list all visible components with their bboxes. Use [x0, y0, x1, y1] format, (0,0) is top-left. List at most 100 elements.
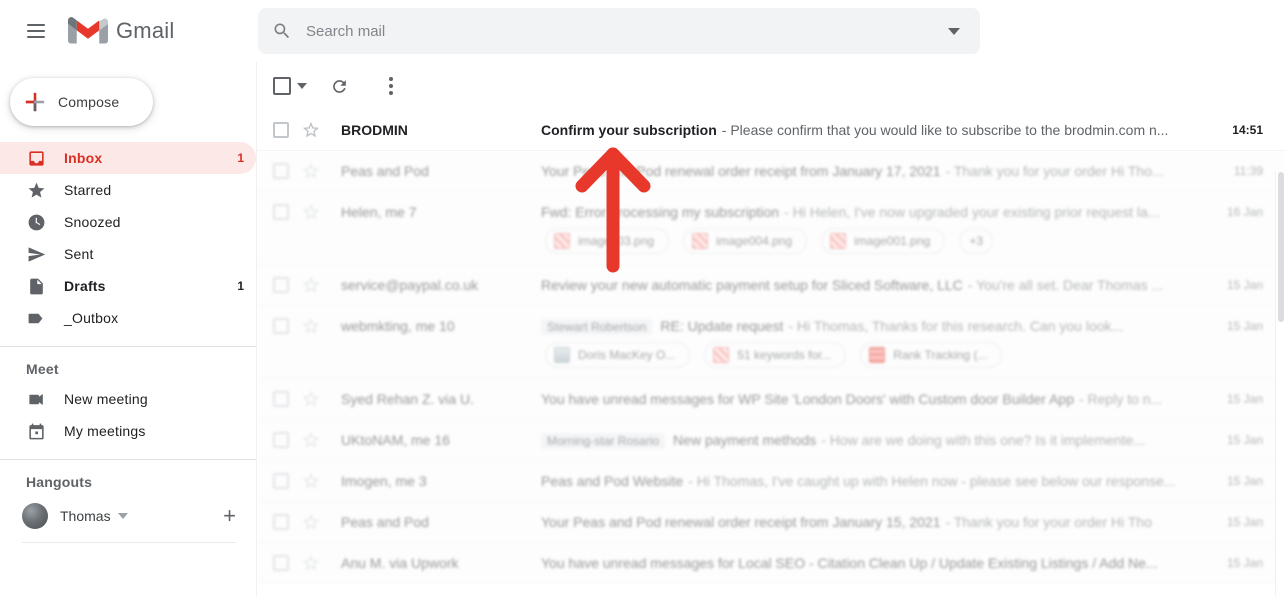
star-icon[interactable] — [301, 275, 321, 295]
row-sender: Peas and Pod — [341, 163, 429, 179]
attachment-chip[interactable]: 51 keywords for... — [704, 342, 847, 368]
row-checkbox[interactable] — [273, 318, 289, 334]
row-checkbox[interactable] — [273, 555, 289, 571]
inbox-icon — [26, 148, 46, 168]
more-options-button[interactable] — [371, 66, 411, 106]
table-row[interactable]: Imogen, me 3 Peas and Pod Website - Hi T… — [257, 461, 1285, 502]
table-row[interactable]: Syed Rehan Z. via U. You have unread mes… — [257, 379, 1285, 420]
attachment-chip[interactable]: image004.png — [683, 228, 808, 254]
chevron-down-icon[interactable] — [117, 513, 128, 519]
row-snippet: - Hi Helen, I've now upgraded your exist… — [784, 204, 1160, 220]
draft-icon — [26, 276, 46, 296]
table-row[interactable]: Helen, me 7 Fwd: Error processing my sub… — [257, 192, 1285, 265]
add-conversation-icon[interactable]: + — [223, 505, 236, 527]
table-row[interactable]: service@paypal.co.uk Review your new aut… — [257, 265, 1285, 306]
row-snippet: - Thank you for your order Hi Tho... — [945, 163, 1164, 179]
row-checkbox[interactable] — [273, 163, 289, 179]
sidebar-item-label: New meeting — [64, 391, 148, 407]
image-file-icon — [554, 233, 570, 249]
row-subject: Peas and Pod Website — [541, 473, 684, 489]
search-input[interactable] — [306, 22, 934, 40]
sidebar-item-outbox[interactable]: _Outbox — [0, 302, 256, 334]
row-checkbox[interactable] — [273, 122, 289, 138]
table-row[interactable]: BRODMIN Confirm your subscription - Plea… — [257, 110, 1285, 151]
row-checkbox[interactable] — [273, 391, 289, 407]
sidebar-item-starred[interactable]: Starred — [0, 174, 256, 206]
search-bar[interactable] — [258, 8, 980, 54]
sidebar-item-snoozed[interactable]: Snoozed — [0, 206, 256, 238]
label-icon — [26, 308, 46, 328]
more-vertical-icon — [389, 77, 393, 95]
row-time: 15 Jan — [1226, 319, 1263, 333]
table-row[interactable]: Anu M. via Upwork You have unread messag… — [257, 543, 1285, 584]
hamburger-icon[interactable] — [12, 7, 60, 55]
star-icon[interactable] — [301, 471, 321, 491]
table-row[interactable]: UKtoNAM, me 16 Morning-star Rosario New … — [257, 420, 1285, 461]
row-time: 15 Jan — [1226, 556, 1263, 570]
document-file-icon — [554, 347, 570, 363]
presentation-file-icon — [869, 347, 886, 363]
row-time: 15 Jan — [1226, 433, 1263, 447]
attachment-name: image004.png — [716, 234, 793, 248]
blurred-rows-group: Peas and Pod Your Peas and Pod renewal o… — [257, 151, 1285, 584]
sidebar-item-sent[interactable]: Sent — [0, 238, 256, 270]
row-checkbox[interactable] — [273, 277, 289, 293]
star-icon[interactable] — [301, 202, 321, 222]
compose-button[interactable]: Compose — [10, 78, 153, 126]
row-sender: BRODMIN — [341, 122, 408, 138]
star-icon[interactable] — [301, 120, 321, 140]
row-attachments: Doris MacKey O... 51 keywords for... Ran… — [273, 342, 1285, 378]
sidebar-item-my-meetings[interactable]: My meetings — [0, 415, 256, 447]
row-checkbox[interactable] — [273, 473, 289, 489]
star-icon[interactable] — [301, 161, 321, 181]
attachment-name: 51 keywords for... — [737, 348, 832, 362]
table-row[interactable]: Peas and Pod Your Peas and Pod renewal o… — [257, 502, 1285, 543]
row-checkbox[interactable] — [273, 514, 289, 530]
row-snippet: - Reply to n... — [1078, 391, 1163, 407]
clock-icon — [26, 212, 46, 232]
table-row[interactable]: webmkting, me 10 Stewart Robertson RE: U… — [257, 306, 1285, 379]
sidebar-item-inbox[interactable]: Inbox 1 — [0, 142, 256, 174]
row-snippet: - Thank you for your order Hi Tho — [945, 514, 1152, 530]
mail-list-scrollbar[interactable] — [1275, 172, 1285, 596]
scrollbar-thumb[interactable] — [1278, 172, 1284, 322]
chevron-down-icon — [948, 27, 960, 35]
attachment-chip[interactable]: Rank Tracking (... — [860, 342, 1003, 368]
sidebar-item-drafts[interactable]: Drafts 1 — [0, 270, 256, 302]
mail-list: BRODMIN Confirm your subscription - Plea… — [257, 110, 1285, 596]
plus-icon — [25, 92, 45, 112]
refresh-button[interactable] — [319, 66, 359, 106]
video-camera-icon — [26, 389, 46, 409]
row-checkbox[interactable] — [273, 204, 289, 220]
search-options-icon[interactable] — [934, 11, 974, 51]
attachment-overflow-count[interactable]: +3 — [959, 228, 994, 254]
row-snippet: - Hi Thomas, I've caught up with Helen n… — [688, 473, 1176, 489]
gmail-logo-icon — [68, 17, 108, 44]
table-row[interactable]: Peas and Pod Your Peas and Pod renewal o… — [257, 151, 1285, 192]
star-icon[interactable] — [301, 553, 321, 573]
attachment-chip[interactable]: Doris MacKey O... — [545, 342, 691, 368]
row-subject-area: Peas and Pod Website - Hi Thomas, I've c… — [541, 473, 1205, 489]
hangouts-user-row[interactable]: Thomas + — [0, 496, 256, 536]
row-sender: UKtoNAM, me 16 — [341, 432, 450, 448]
image-file-icon — [692, 233, 709, 249]
row-subject: Review your new automatic payment setup … — [541, 277, 963, 293]
attachment-chip[interactable]: image001.png — [821, 228, 946, 254]
row-checkbox[interactable] — [273, 432, 289, 448]
sidebar-item-label: Inbox — [64, 150, 103, 166]
search-icon — [274, 23, 290, 39]
gmail-brand[interactable]: Gmail — [68, 16, 174, 46]
hamburger-line — [27, 36, 45, 38]
attachment-chip[interactable]: image003.png — [545, 228, 670, 254]
mail-pane: BRODMIN Confirm your subscription - Plea… — [256, 62, 1285, 596]
row-snippet: - How are we doing with this one? Is it … — [821, 431, 1145, 448]
star-icon[interactable] — [301, 389, 321, 409]
star-icon[interactable] — [301, 430, 321, 450]
select-all-chevron-down-icon[interactable] — [297, 83, 307, 89]
star-icon[interactable] — [301, 316, 321, 336]
sidebar-item-label: Sent — [64, 246, 94, 262]
star-icon[interactable] — [301, 512, 321, 532]
sidebar-item-new-meeting[interactable]: New meeting — [0, 383, 256, 415]
row-subject-area: You have unread messages for WP Site 'Lo… — [541, 391, 1205, 407]
select-all-checkbox[interactable] — [273, 77, 291, 95]
